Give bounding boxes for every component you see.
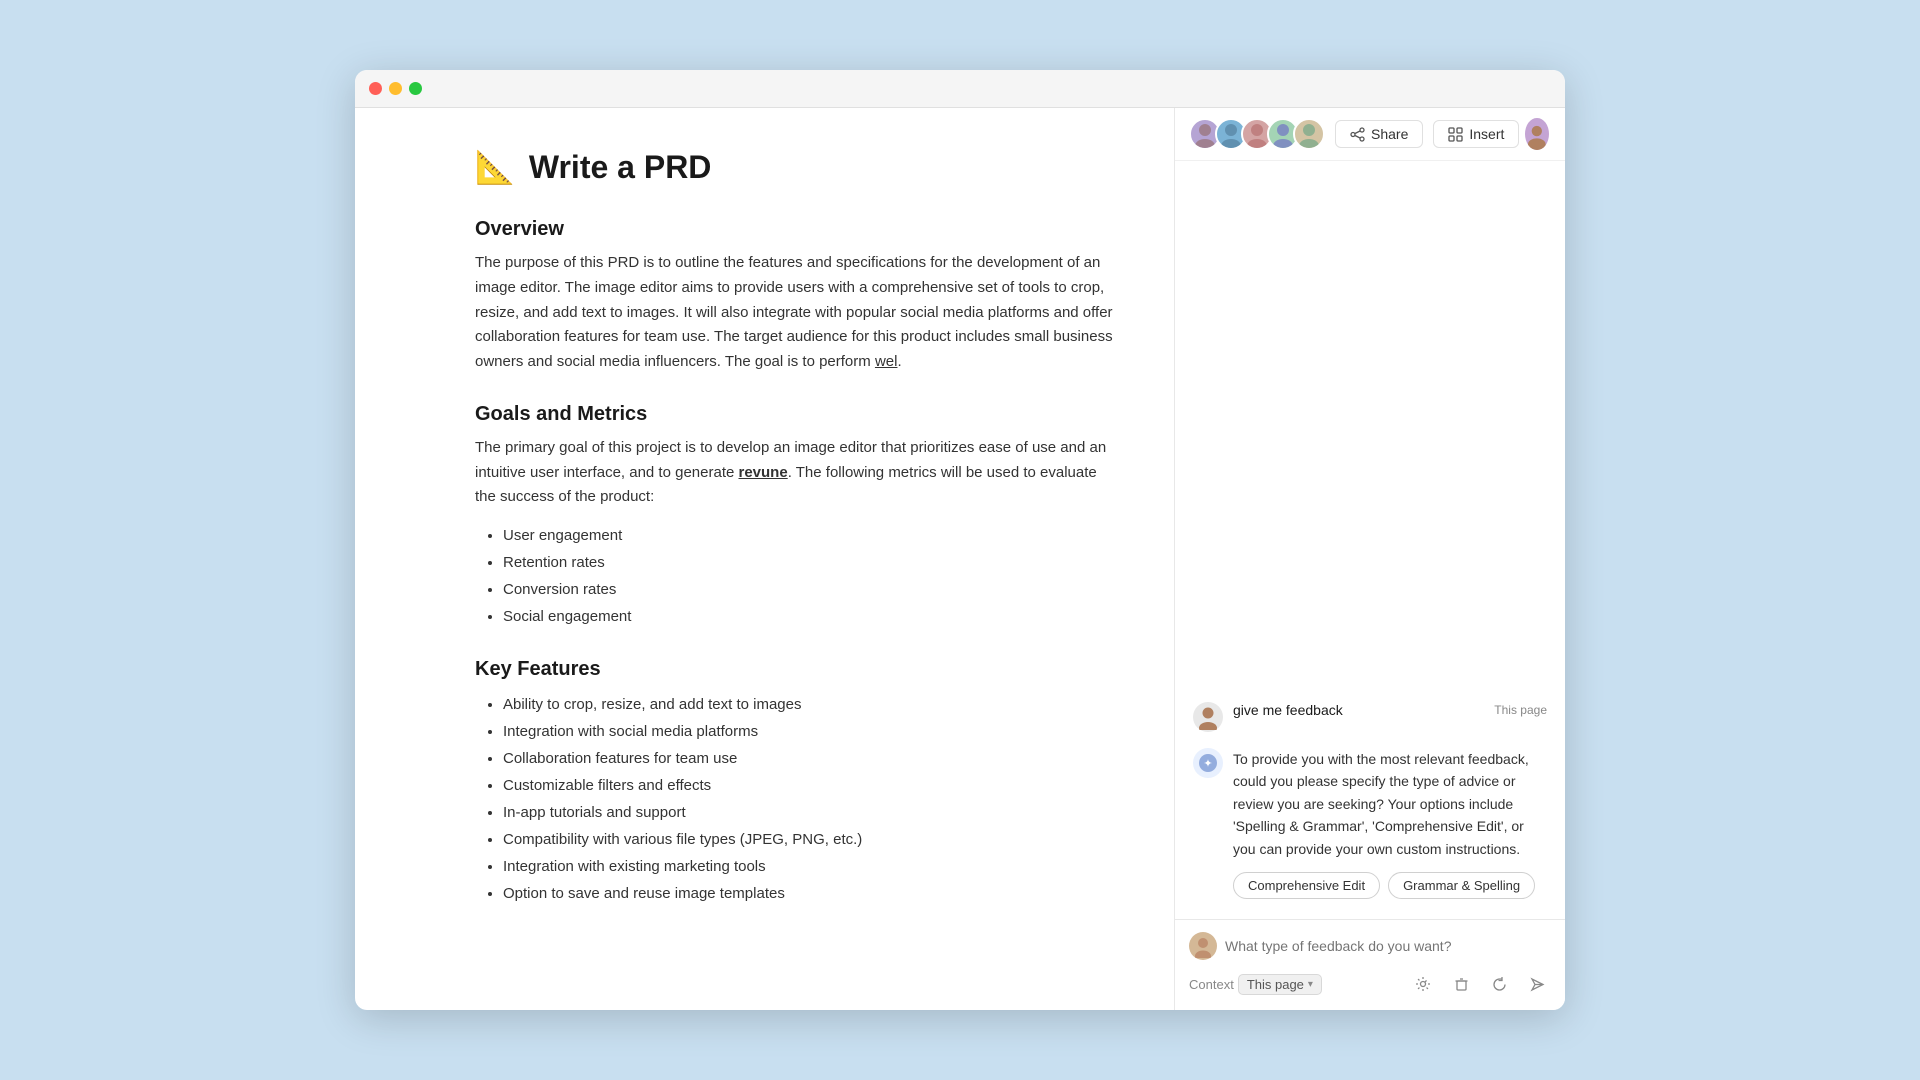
user-message-text: give me feedback — [1233, 702, 1343, 718]
doc-toolbar: Share Insert — [1175, 108, 1565, 161]
app-window: 📐 Write a PRD Overview The purpose of th… — [355, 70, 1565, 1010]
context-label: Context — [1189, 977, 1234, 992]
app-content: 📐 Write a PRD Overview The purpose of th… — [355, 108, 1565, 1010]
overview-paragraph: The purpose of this PRD is to outline th… — [475, 251, 1114, 375]
title-bar — [355, 70, 1565, 108]
list-item: Collaboration features for team use — [503, 745, 1114, 772]
section-heading-features: Key Features — [475, 658, 1114, 681]
list-item: Retention rates — [503, 549, 1114, 576]
chat-input[interactable] — [1225, 938, 1551, 954]
trash-icon — [1454, 977, 1469, 992]
send-icon — [1530, 977, 1545, 992]
document-emoji: 📐 — [475, 148, 515, 186]
insert-button[interactable]: Insert — [1433, 120, 1519, 148]
chat-messages: give me feedback This page ✦ To provide … — [1175, 161, 1565, 919]
list-item: Compatibility with various file types (J… — [503, 826, 1114, 853]
ai-message-content: To provide you with the most relevant fe… — [1233, 748, 1547, 899]
page-title: Write a PRD — [529, 149, 712, 186]
context-selector: Context This page ▾ — [1189, 974, 1322, 995]
context-value-button[interactable]: This page ▾ — [1238, 974, 1322, 995]
document-title-row: 📐 Write a PRD — [475, 148, 1114, 186]
document-area: 📐 Write a PRD Overview The purpose of th… — [355, 108, 1175, 1010]
comprehensive-edit-button[interactable]: Comprehensive Edit — [1233, 872, 1380, 899]
settings-icon-button[interactable] — [1409, 970, 1437, 998]
svg-text:✦: ✦ — [1203, 758, 1212, 770]
chevron-down-icon: ▾ — [1308, 979, 1313, 990]
action-buttons: Comprehensive Edit Grammar & Spelling — [1233, 872, 1547, 899]
list-item: Integration with social media platforms — [503, 718, 1114, 745]
goals-bullets: User engagement Retention rates Conversi… — [475, 522, 1114, 630]
list-item: Ability to crop, resize, and add text to… — [503, 691, 1114, 718]
minimize-button[interactable] — [389, 82, 402, 95]
list-item: User engagement — [503, 522, 1114, 549]
refresh-icon — [1492, 977, 1507, 992]
share-label: Share — [1371, 126, 1408, 142]
traffic-lights — [369, 82, 422, 95]
ai-panel: Share Insert — [1175, 108, 1565, 1010]
goals-paragraph: The primary goal of this project is to d… — [475, 436, 1114, 510]
highlighted-word: wel — [875, 353, 898, 370]
close-button[interactable] — [369, 82, 382, 95]
insert-icon — [1448, 127, 1463, 142]
chat-input-user-avatar — [1189, 932, 1217, 960]
chat-toolbar-row: Context This page ▾ — [1189, 970, 1551, 998]
user-message-content: give me feedback This page — [1233, 702, 1547, 718]
list-item: Social engagement — [503, 603, 1114, 630]
section-heading-overview: Overview — [475, 218, 1114, 241]
avatar — [1293, 118, 1325, 150]
list-item: Option to save and reuse image templates — [503, 880, 1114, 907]
avatar-group — [1189, 118, 1325, 150]
settings-icon — [1415, 976, 1431, 992]
section-heading-goals: Goals and Metrics — [475, 403, 1114, 426]
ai-message-text: To provide you with the most relevant fe… — [1233, 748, 1547, 860]
current-user-avatar — [1523, 116, 1551, 152]
ai-message: ✦ To provide you with the most relevant … — [1193, 748, 1547, 899]
list-item: Customizable filters and effects — [503, 772, 1114, 799]
delete-icon-button[interactable] — [1447, 970, 1475, 998]
chat-input-row — [1189, 932, 1551, 960]
list-item: In-app tutorials and support — [503, 799, 1114, 826]
send-button[interactable] — [1523, 970, 1551, 998]
insert-label: Insert — [1469, 126, 1504, 142]
maximize-button[interactable] — [409, 82, 422, 95]
chat-actions — [1409, 970, 1551, 998]
list-item: Integration with existing marketing tool… — [503, 853, 1114, 880]
grammar-spelling-button[interactable]: Grammar & Spelling — [1388, 872, 1535, 899]
message-row: give me feedback This page — [1233, 702, 1547, 718]
list-item: Conversion rates — [503, 576, 1114, 603]
refresh-icon-button[interactable] — [1485, 970, 1513, 998]
features-bullets: Ability to crop, resize, and add text to… — [475, 691, 1114, 907]
share-button[interactable]: Share — [1335, 120, 1423, 148]
bold-word: revune — [739, 464, 788, 481]
ai-message-avatar: ✦ — [1193, 748, 1223, 778]
chat-input-area: Context This page ▾ — [1175, 919, 1565, 1010]
share-icon — [1350, 127, 1365, 142]
context-value-text: This page — [1247, 977, 1304, 992]
user-message-avatar — [1193, 702, 1223, 732]
message-context-tag: This page — [1494, 702, 1547, 717]
user-message: give me feedback This page — [1193, 702, 1547, 732]
